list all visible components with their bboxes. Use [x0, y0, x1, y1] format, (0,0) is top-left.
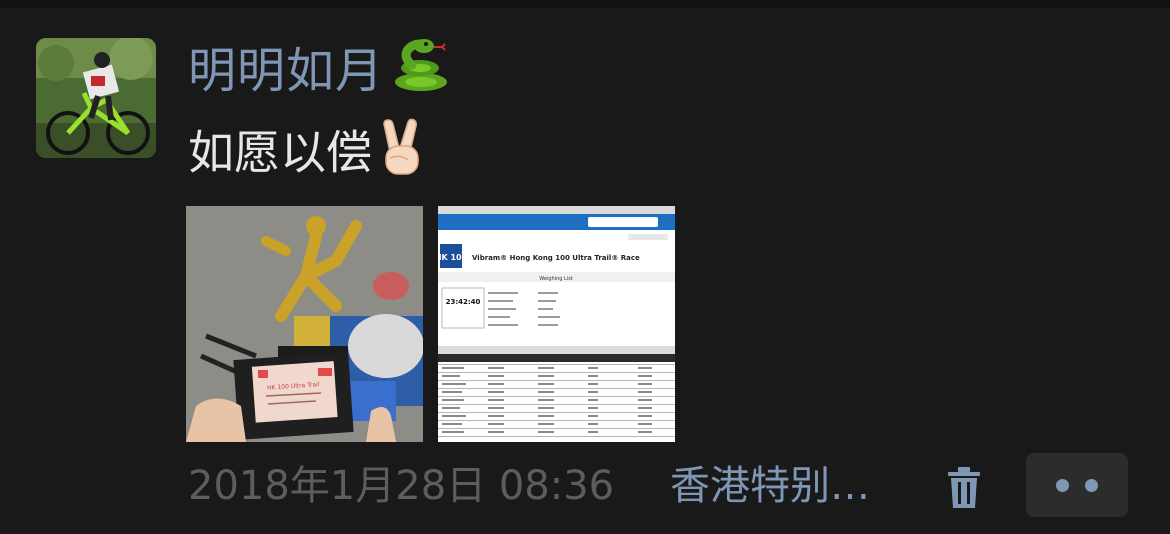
top-divider — [0, 0, 1170, 8]
more-actions-button[interactable] — [1026, 453, 1128, 517]
avatar[interactable] — [36, 38, 156, 158]
username-text: 明明如月 — [188, 43, 385, 99]
race-title: Vibram® Hong Kong 100 Ultra Trail® Race — [472, 254, 640, 262]
finish-time: 23:42:40 — [446, 298, 481, 306]
more-dots-icon — [1056, 478, 1069, 492]
username-link[interactable]: 明明如月 — [188, 38, 452, 110]
moment-post: 明明如月 如愿以偿 HK 100 Ultra Trail HK 100 Vibr… — [0, 8, 1170, 534]
race-result-screenshot[interactable]: HK 100 Vibram® Hong Kong 100 Ultra Trail… — [438, 206, 675, 442]
location-link[interactable]: 香港特别… — [670, 458, 900, 514]
post-timestamp: 2018年1月28日 08:36 — [188, 463, 615, 509]
delete-button[interactable] — [940, 462, 988, 514]
message-text: 如愿以偿 — [188, 125, 372, 180]
victory-hand-emoji-icon — [378, 118, 424, 194]
more-dots-icon — [1085, 478, 1098, 492]
snake-emoji-icon — [390, 38, 452, 110]
post-message: 如愿以偿 — [188, 118, 424, 194]
section-title: Weighing List — [539, 276, 573, 282]
hk100-logo-text: HK 100 — [438, 253, 468, 262]
trash-icon — [948, 467, 980, 508]
trophy-photo[interactable]: HK 100 Ultra Trail — [186, 206, 423, 442]
